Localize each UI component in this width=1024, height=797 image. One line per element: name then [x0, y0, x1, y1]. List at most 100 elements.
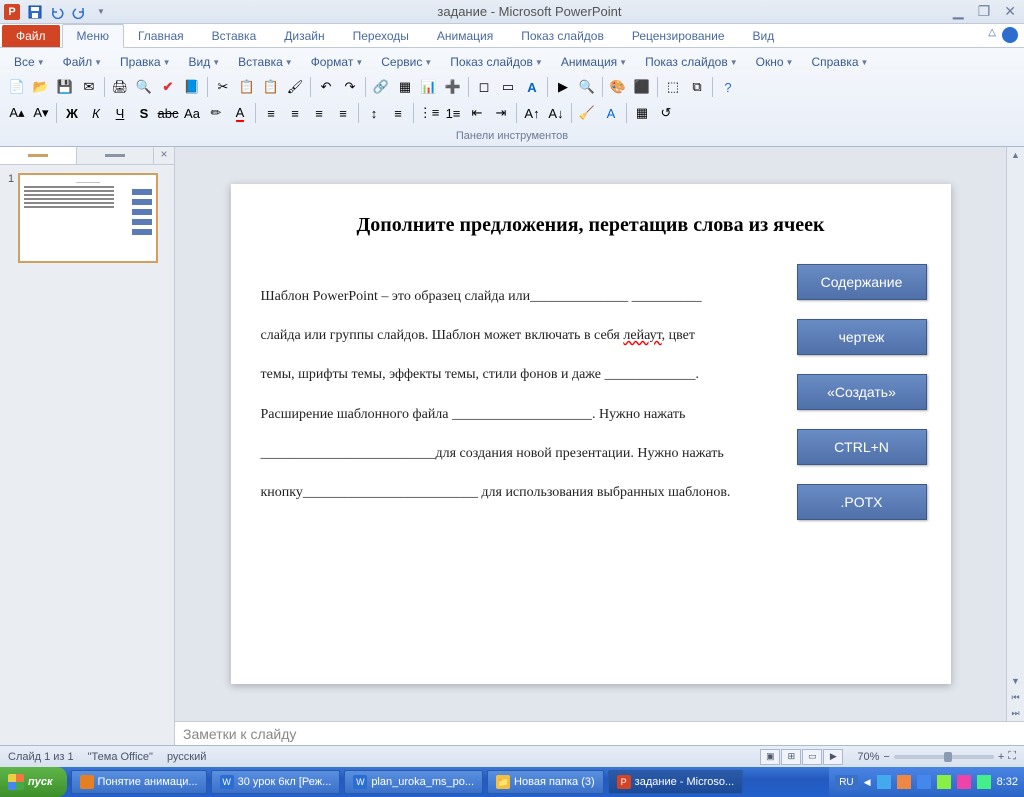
prev-slide-icon[interactable]: ⏮ — [1007, 689, 1024, 705]
tab-home[interactable]: Главная — [124, 25, 198, 47]
strike-icon[interactable]: abc — [157, 102, 179, 124]
language-indicator[interactable]: русский — [167, 751, 206, 763]
notes-pane[interactable]: Заметки к слайду — [175, 721, 1024, 745]
shrink-font-icon[interactable]: A▾ — [30, 102, 52, 124]
slide-canvas[interactable]: Дополните предложения, перетащив слова и… — [175, 147, 1006, 721]
color-scheme-icon[interactable]: 🎨 — [607, 76, 629, 98]
undo-icon[interactable] — [48, 3, 66, 21]
paste-icon[interactable]: 📋 — [260, 76, 282, 98]
answer-chip-1[interactable]: Содержание — [797, 264, 927, 300]
menu-slideshow[interactable]: Показ слайдов▼ — [442, 52, 551, 72]
tray-icon-1[interactable]: ​ — [877, 775, 891, 789]
decrease-font-icon[interactable]: A↓ — [545, 102, 567, 124]
save-icon[interactable] — [26, 3, 44, 21]
thumbnails-close-icon[interactable]: × — [154, 147, 174, 164]
print-icon[interactable]: 🖨 — [109, 76, 131, 98]
tab-view[interactable]: Вид — [739, 25, 789, 47]
taskbar-item-0[interactable]: Понятие анимаци... — [71, 770, 207, 794]
redo-icon[interactable]: ↷ — [339, 76, 361, 98]
layout-icon[interactable]: ▦ — [631, 102, 653, 124]
shadow-icon[interactable]: S — [133, 102, 155, 124]
align-left-icon[interactable]: ≡ — [260, 102, 282, 124]
menu-slideshow2[interactable]: Показ слайдов▼ — [637, 52, 746, 72]
taskbar-item-3[interactable]: 📁Новая папка (3) — [487, 770, 604, 794]
undo-icon[interactable]: ↶ — [315, 76, 337, 98]
align-right-icon[interactable]: ≡ — [308, 102, 330, 124]
reading-view-icon[interactable]: ▭ — [802, 749, 822, 765]
grow-font-icon[interactable]: A▴ — [6, 102, 28, 124]
qat-customize-icon[interactable]: ▼ — [92, 3, 110, 21]
new-slide-icon[interactable]: ➕ — [442, 76, 464, 98]
copy-icon[interactable]: 📋 — [236, 76, 258, 98]
language-bar[interactable]: RU — [835, 775, 857, 790]
clock[interactable]: 8:32 — [997, 776, 1018, 788]
redo-icon[interactable] — [70, 3, 88, 21]
justify-icon[interactable]: ≡ — [332, 102, 354, 124]
chart-icon[interactable]: 📊 — [418, 76, 440, 98]
cascade-icon[interactable]: ⧉ — [686, 76, 708, 98]
minimize-button[interactable]: ▁ — [949, 3, 968, 20]
scroll-down-icon[interactable]: ▼ — [1007, 673, 1024, 689]
font-dialog-icon[interactable]: A — [600, 102, 622, 124]
file-tab[interactable]: Файл — [2, 25, 60, 47]
next-slide-icon[interactable]: ⏭ — [1007, 705, 1024, 721]
vertical-scrollbar[interactable]: ▲ ▼ ⏮ ⏭ — [1006, 147, 1024, 721]
menu-file[interactable]: Файл▼ — [55, 52, 110, 72]
tray-icon-2[interactable]: ​ — [897, 775, 911, 789]
tab-animations[interactable]: Анимация — [423, 25, 507, 47]
textbox-icon[interactable]: ▭ — [497, 76, 519, 98]
text-direction-icon[interactable]: ↕ — [363, 102, 385, 124]
slide-body-text[interactable]: Шаблон PowerPoint – это образец слайда и… — [261, 277, 731, 512]
zoom-in-icon[interactable]: + — [998, 751, 1004, 763]
taskbar-item-2[interactable]: Wplan_uroka_ms_po... — [344, 770, 483, 794]
bold-icon[interactable]: Ж — [61, 102, 83, 124]
print-preview-icon[interactable]: 🔍 — [133, 76, 155, 98]
tab-design[interactable]: Дизайн — [270, 25, 338, 47]
restore-button[interactable]: ❐ — [974, 3, 995, 20]
fit-window-icon[interactable]: ⛶ — [1008, 750, 1016, 763]
cut-icon[interactable]: ✂ — [212, 76, 234, 98]
research-icon[interactable]: 📘 — [181, 76, 203, 98]
answer-chip-3[interactable]: «Создать» — [797, 374, 927, 410]
taskbar-item-1[interactable]: W30 урок 6кл [Реж... — [211, 770, 341, 794]
grayscale-icon[interactable]: ⬛ — [631, 76, 653, 98]
zoom-icon[interactable]: 🔍 — [576, 76, 598, 98]
start-button[interactable]: пуск — [0, 767, 67, 797]
close-button[interactable]: ✕ — [1000, 3, 1020, 20]
change-case-icon[interactable]: Aa — [181, 102, 203, 124]
increase-font-icon[interactable]: A↑ — [521, 102, 543, 124]
normal-view-icon[interactable]: ▣ — [760, 749, 780, 765]
slideshow-view-icon[interactable]: ▶ — [823, 749, 843, 765]
sorter-view-icon[interactable]: ⊞ — [781, 749, 801, 765]
wordart-icon[interactable]: A — [521, 76, 543, 98]
tab-transitions[interactable]: Переходы — [339, 25, 423, 47]
scroll-up-icon[interactable]: ▲ — [1007, 147, 1024, 163]
taskbar-item-4[interactable]: Pзадание - Microso... — [608, 770, 743, 794]
help-icon[interactable]: ? — [1002, 27, 1018, 43]
italic-icon[interactable]: К — [85, 102, 107, 124]
shapes-icon[interactable]: ◻ — [473, 76, 495, 98]
arrange-icon[interactable]: ⬚ — [662, 76, 684, 98]
underline-icon[interactable]: Ч — [109, 102, 131, 124]
open-icon[interactable]: 📂 — [30, 76, 52, 98]
zoom-out-icon[interactable]: − — [883, 751, 889, 763]
menu-tools[interactable]: Сервис▼ — [373, 52, 440, 72]
tray-icon-3[interactable]: ​ — [917, 775, 931, 789]
answer-chip-4[interactable]: CTRL+N — [797, 429, 927, 465]
hyperlink-icon[interactable]: 🔗 — [370, 76, 392, 98]
new-icon[interactable]: 📄 — [6, 76, 28, 98]
numbering-icon[interactable]: 1≡ — [442, 102, 464, 124]
outline-tab[interactable] — [77, 147, 154, 164]
answer-chip-5[interactable]: .POTX — [797, 484, 927, 520]
answer-chip-2[interactable]: чертеж — [797, 319, 927, 355]
ribbon-minimize-icon[interactable]: △ — [988, 27, 996, 43]
menu-window[interactable]: Окно▼ — [748, 52, 802, 72]
align-center-icon[interactable]: ≡ — [284, 102, 306, 124]
mail-icon[interactable]: ✉ — [78, 76, 100, 98]
decrease-indent-icon[interactable]: ⇤ — [466, 102, 488, 124]
reset-icon[interactable]: ↺ — [655, 102, 677, 124]
slide-thumbnail-1[interactable]: 1 —————— — [8, 173, 166, 263]
tray-expand-icon[interactable]: ◀ — [864, 777, 871, 788]
menu-insert[interactable]: Вставка▼ — [230, 52, 301, 72]
highlight-icon[interactable]: ✏ — [205, 102, 227, 124]
